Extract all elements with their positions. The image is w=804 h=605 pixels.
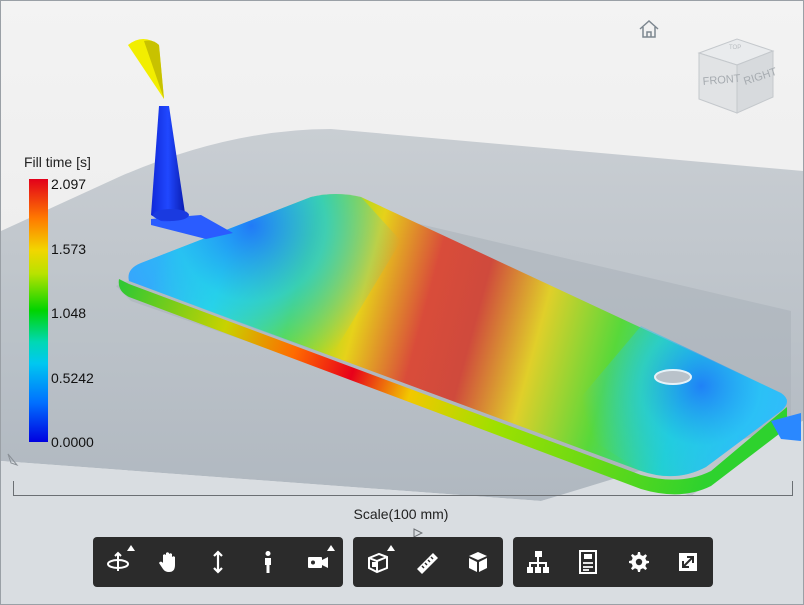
scale-bar: [13, 481, 793, 496]
legend-value-max: 2.097: [51, 176, 87, 192]
legend-value-3: 1.048: [51, 305, 87, 321]
model-browser-button[interactable]: [513, 537, 563, 587]
legend-color-bar: [29, 179, 48, 442]
legend-title: Fill time [s]: [24, 154, 91, 170]
viewcube-top-label[interactable]: TOP: [729, 45, 741, 51]
settings-icon: [629, 552, 649, 572]
legend-value-2: 1.573: [51, 241, 87, 257]
axis-corner-icon: [7, 453, 19, 467]
camera-button[interactable]: [293, 537, 343, 587]
legend-value-4: 0.5242: [51, 370, 94, 386]
plate-hole: [654, 369, 692, 385]
properties-button[interactable]: [563, 537, 613, 587]
3d-viewport[interactable]: FRONT RIGHT TOP Fill time [s] 2.097 1.57…: [0, 0, 804, 605]
fullscreen-button[interactable]: [663, 537, 713, 587]
zoom-icon: [213, 550, 223, 574]
section-button[interactable]: [453, 537, 503, 587]
camera-dropdown-indicator[interactable]: [327, 545, 335, 551]
pan-button[interactable]: [143, 537, 193, 587]
measure-button[interactable]: [403, 537, 453, 587]
legend-value-min: 0.0000: [51, 434, 94, 450]
orbit-button[interactable]: [93, 537, 143, 587]
pan-icon: [159, 552, 175, 572]
home-view-icon[interactable]: [638, 19, 660, 39]
explode-dropdown-indicator[interactable]: [387, 545, 395, 551]
orbit-icon: [107, 551, 129, 571]
navigation-toolbar: [93, 537, 343, 587]
orbit-dropdown-indicator[interactable]: [127, 545, 135, 551]
camera-icon: [308, 557, 328, 568]
explode-button[interactable]: [353, 537, 403, 587]
settings-button[interactable]: [613, 537, 663, 587]
properties-icon: [579, 550, 597, 574]
zoom-button[interactable]: [193, 537, 243, 587]
section-icon: [469, 552, 487, 572]
model-browser-icon: [527, 551, 549, 573]
model-toolbar: [353, 537, 503, 587]
settings-toolbar: [513, 537, 713, 587]
sprue-base: [153, 209, 189, 221]
explode-icon: [368, 552, 388, 574]
walk-icon: [265, 551, 271, 573]
fullscreen-icon: [679, 553, 697, 571]
walk-button[interactable]: [243, 537, 293, 587]
scale-label: Scale(100 mm): [353, 506, 449, 522]
viewcube[interactable]: FRONT RIGHT TOP: [695, 33, 779, 117]
measure-icon: [417, 553, 438, 574]
